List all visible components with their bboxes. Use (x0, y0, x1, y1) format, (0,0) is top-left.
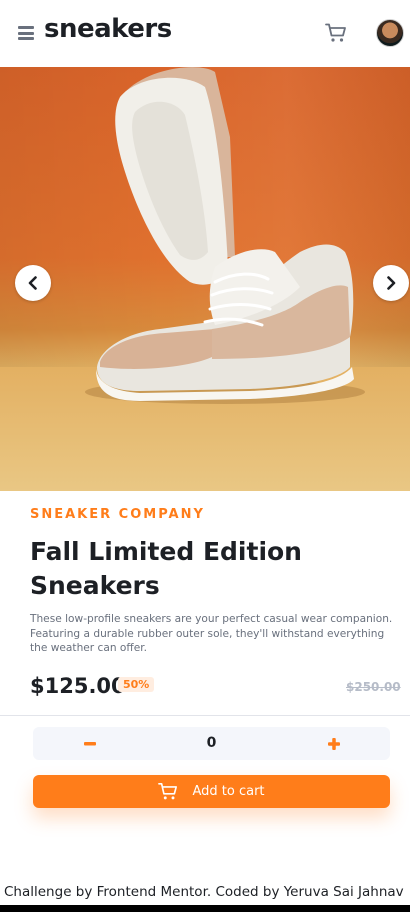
bottom-bar (0, 905, 410, 912)
increase-quantity-button[interactable] (325, 735, 343, 753)
company-name: SNEAKER COMPANY (30, 507, 205, 522)
previous-image-button[interactable] (15, 265, 51, 301)
add-to-cart-button[interactable]: Add to cart (33, 775, 390, 808)
plus-icon (328, 738, 340, 750)
hamburger-menu-icon[interactable] (18, 26, 34, 40)
current-price: $125.00 (30, 674, 126, 698)
attribution-footer: Challenge by Frontend Mentor. Coded by Y… (4, 884, 404, 900)
original-price: $250.00 (346, 680, 401, 694)
chevron-right-icon (387, 276, 396, 290)
divider (0, 715, 410, 716)
logo[interactable]: sneakers (44, 14, 172, 44)
user-avatar[interactable] (376, 19, 404, 47)
quantity-stepper: 0 (33, 727, 390, 760)
cart-icon (158, 782, 178, 800)
add-to-cart-label: Add to cart (192, 784, 265, 799)
discount-badge: 50% (118, 677, 155, 692)
product-image-carousel (0, 67, 410, 491)
cart-icon[interactable] (325, 22, 347, 44)
product-description: These low-profile sneakers are your perf… (30, 613, 393, 654)
sneaker-image (85, 67, 365, 404)
product-title: Fall Limited Edition Sneakers (30, 537, 302, 600)
top-header: sneakers (0, 0, 410, 67)
chevron-left-icon (28, 276, 37, 290)
next-image-button[interactable] (373, 265, 409, 301)
